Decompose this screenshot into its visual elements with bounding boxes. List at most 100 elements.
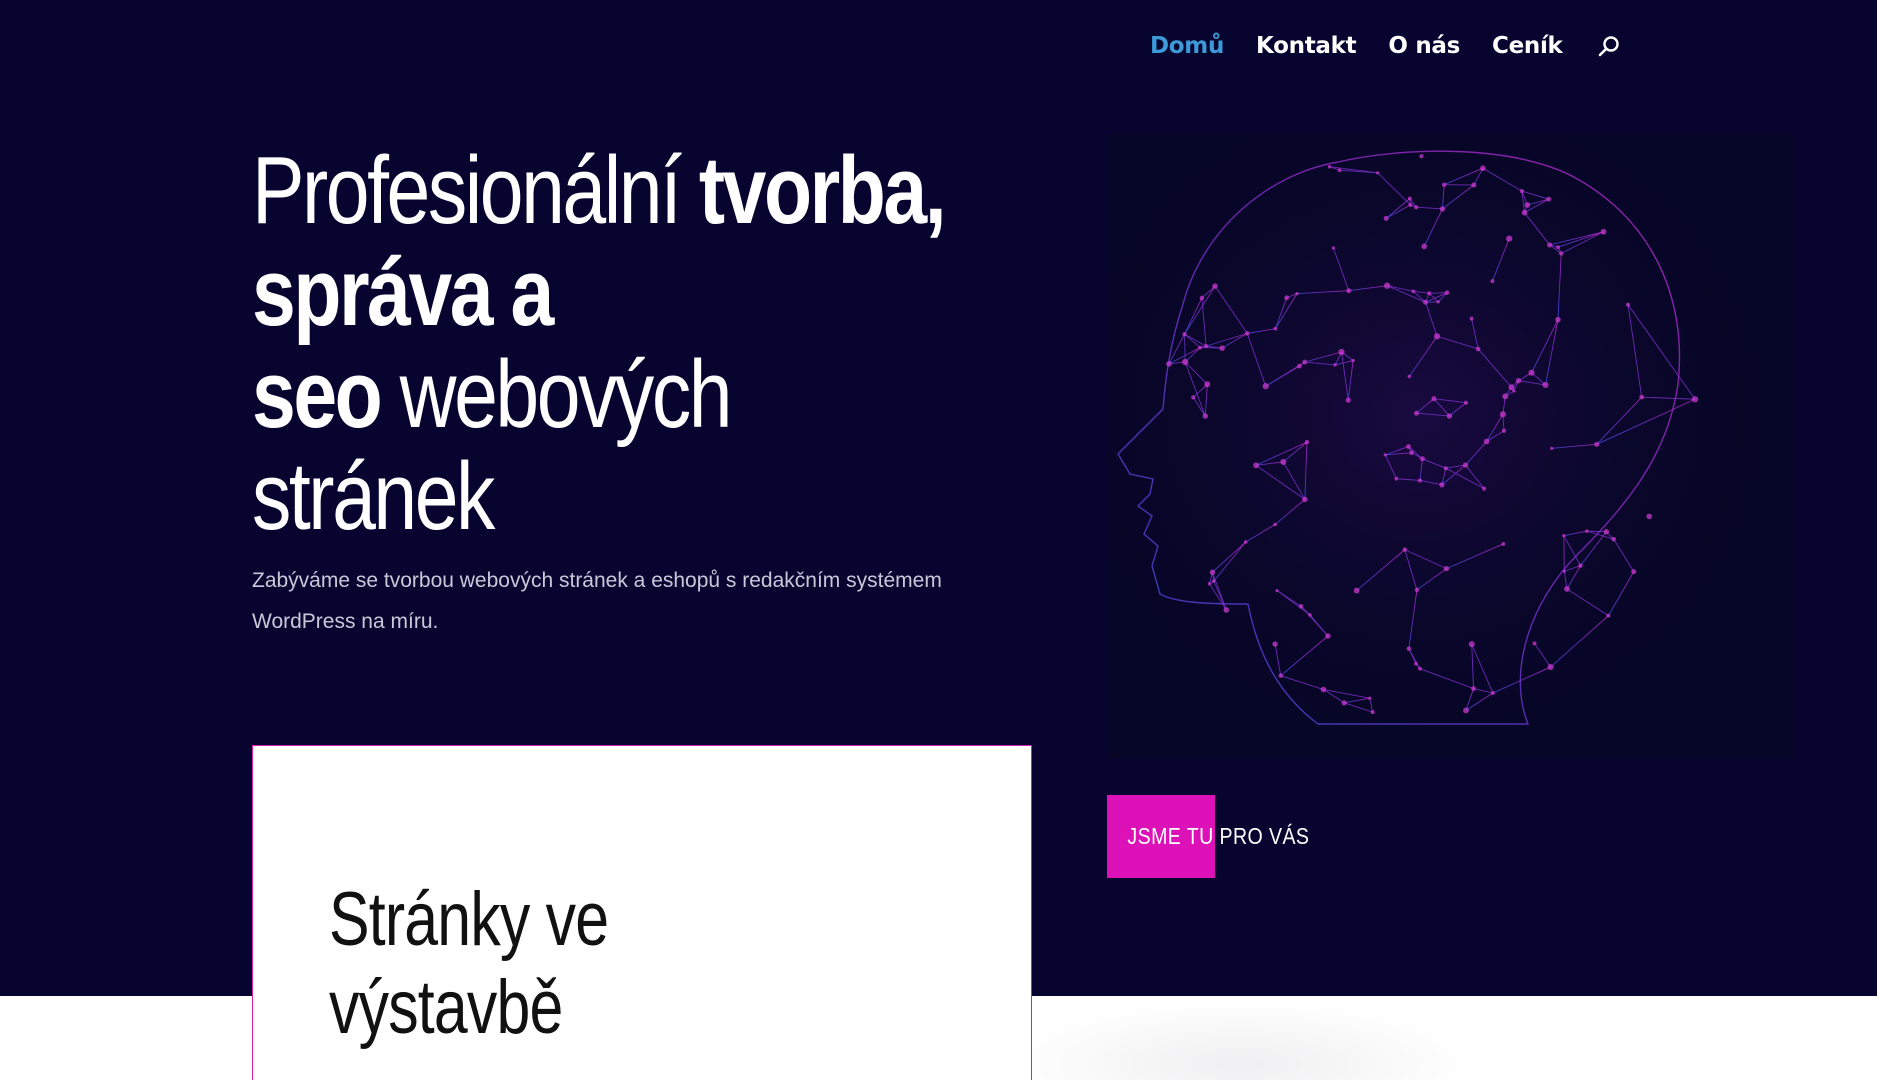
- mesh-node: [1273, 326, 1278, 331]
- mesh-node: [1331, 246, 1336, 250]
- mesh-node: [1304, 439, 1310, 445]
- mesh-node: [1212, 579, 1216, 583]
- mesh-node: [1273, 522, 1277, 527]
- section-shadow: [1000, 1000, 1480, 1080]
- mesh-node: [1427, 291, 1432, 296]
- card-title-line-2: výstavbě: [329, 965, 563, 1050]
- mesh-node: [1417, 478, 1423, 483]
- mesh-node: [1204, 344, 1209, 349]
- mesh-node: [1521, 209, 1528, 216]
- mesh-node: [1418, 666, 1422, 671]
- mesh-node: [1166, 360, 1172, 367]
- mesh-node: [1182, 358, 1189, 366]
- mesh-node: [1562, 569, 1566, 573]
- mesh-node: [1603, 529, 1610, 535]
- mesh-node: [1564, 586, 1570, 592]
- mesh-node: [1207, 582, 1212, 586]
- mesh-node: [1419, 456, 1425, 462]
- mesh-node: [1414, 587, 1420, 593]
- mesh-node: [1295, 292, 1299, 296]
- mesh-node: [1413, 410, 1419, 416]
- mesh-node: [1383, 282, 1391, 289]
- under-construction-card: Stránky ve výstavbě: [252, 745, 1032, 1080]
- cta-button[interactable]: JSME TU PRO VÁS: [1107, 795, 1345, 878]
- mesh-node: [1406, 444, 1411, 449]
- mesh-node: [1562, 534, 1566, 538]
- mesh-node: [1469, 316, 1474, 321]
- nav-item-cenik[interactable]: Ceník: [1492, 33, 1563, 59]
- mesh-node: [1302, 359, 1308, 365]
- mesh-node: [1625, 302, 1631, 307]
- mesh-node: [1223, 607, 1230, 613]
- mesh-node: [1646, 513, 1653, 520]
- mesh-node: [1421, 243, 1427, 250]
- mesh-node: [1446, 413, 1453, 419]
- mesh-node: [1578, 563, 1583, 568]
- mesh-node: [1345, 397, 1351, 403]
- mesh-node: [1219, 345, 1225, 351]
- mesh-node: [1532, 641, 1537, 646]
- mesh-node: [1433, 333, 1441, 340]
- mesh-node: [1327, 164, 1332, 169]
- headline-part-1: Profesionální: [252, 137, 699, 244]
- nav-item-o-nas[interactable]: O nás: [1388, 33, 1460, 59]
- mesh-node: [1606, 613, 1611, 618]
- mesh-node: [1262, 383, 1269, 390]
- mesh-node: [1501, 542, 1506, 546]
- mesh-node: [1502, 393, 1509, 400]
- mesh-node: [1351, 358, 1355, 363]
- mesh-node: [1209, 569, 1216, 575]
- mesh-node: [1443, 466, 1448, 471]
- mesh-node: [1302, 496, 1308, 503]
- mesh-node: [1423, 299, 1429, 305]
- mesh-edge: [1200, 347, 1223, 349]
- mesh-node: [1182, 331, 1187, 337]
- mesh-node: [1585, 529, 1589, 533]
- mesh-node: [1611, 536, 1617, 542]
- mesh-node: [1411, 289, 1415, 293]
- mesh-node: [1471, 686, 1476, 692]
- mesh-node: [1298, 604, 1304, 609]
- mesh-node: [1408, 202, 1413, 207]
- mesh-node: [1480, 165, 1486, 172]
- mesh-node: [1243, 540, 1248, 544]
- mesh-node: [1546, 196, 1552, 202]
- mesh-node: [1463, 707, 1469, 714]
- nav-item-kontakt[interactable]: Kontakt: [1256, 33, 1357, 59]
- mesh-node: [1333, 363, 1337, 367]
- mesh-node: [1555, 316, 1561, 323]
- mesh-node: [1204, 381, 1211, 388]
- mesh-node: [1407, 196, 1412, 201]
- mesh-node: [1275, 588, 1279, 593]
- mesh-node: [1444, 290, 1450, 295]
- mesh-node: [1253, 462, 1260, 469]
- mesh-node: [1471, 182, 1477, 188]
- mesh-node: [1499, 411, 1506, 418]
- cta-label: JSME TU PRO VÁS: [1127, 823, 1310, 849]
- mesh-node: [1346, 288, 1352, 294]
- mesh-node: [1542, 381, 1549, 389]
- mesh-node: [1490, 691, 1495, 696]
- mesh-node: [1490, 279, 1495, 284]
- headline-part-6: stránek: [252, 443, 495, 550]
- mesh-node: [1501, 428, 1507, 433]
- mesh-node: [1558, 251, 1564, 256]
- search-icon: [1598, 36, 1619, 57]
- mesh-node: [1506, 235, 1513, 242]
- main-nav: Domů Kontakt O nás Ceník: [1150, 32, 1623, 60]
- mesh-node: [1284, 295, 1290, 301]
- mesh-node: [1341, 700, 1347, 706]
- mesh-node: [1482, 486, 1487, 491]
- nav-item-domu[interactable]: Domů: [1150, 33, 1224, 59]
- mesh-node: [1556, 245, 1561, 250]
- mesh-node: [1519, 189, 1525, 194]
- search-button[interactable]: [1595, 32, 1623, 60]
- mesh-node: [1483, 438, 1490, 445]
- mesh-node: [1462, 462, 1469, 468]
- mesh-node: [1278, 673, 1283, 678]
- mesh-node: [1631, 569, 1637, 575]
- mesh-node: [1419, 154, 1424, 159]
- mesh-node: [1508, 384, 1515, 391]
- mesh-node: [1297, 363, 1302, 369]
- mesh-node: [1308, 613, 1312, 617]
